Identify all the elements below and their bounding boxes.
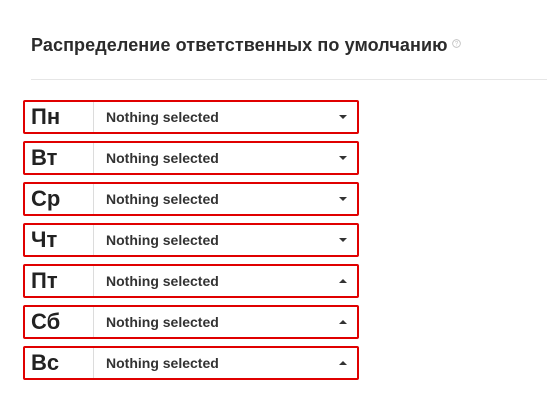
day-row-wed: Ср Nothing selected <box>23 182 359 216</box>
day-label: Чт <box>31 227 58 252</box>
svg-text:?: ? <box>454 41 458 48</box>
caret-down-icon <box>339 238 347 242</box>
select-value: Nothing selected <box>106 314 219 330</box>
day-row-sat: Сб Nothing selected <box>23 305 359 339</box>
section-header: Распределение ответственных по умолчанию… <box>31 33 461 57</box>
caret-down-icon <box>339 156 347 160</box>
caret-up-icon <box>339 361 347 365</box>
caret-up-icon <box>339 320 347 324</box>
day-label: Пт <box>31 268 58 293</box>
select-value: Nothing selected <box>106 273 219 289</box>
question-circle-icon[interactable]: ? <box>451 35 461 48</box>
select-value: Nothing selected <box>106 232 219 248</box>
assignee-select-fri[interactable]: Nothing selected <box>93 266 357 296</box>
assignee-select-sun[interactable]: Nothing selected <box>93 348 357 378</box>
assignee-select-wed[interactable]: Nothing selected <box>93 184 357 214</box>
caret-down-icon <box>339 197 347 201</box>
day-label: Сб <box>31 309 61 334</box>
weekday-assignee-list: Пн Nothing selected Вт Nothing selected … <box>23 100 359 387</box>
day-row-sun: Вс Nothing selected <box>23 346 359 380</box>
select-value: Nothing selected <box>106 150 219 166</box>
select-value: Nothing selected <box>106 109 219 125</box>
section-title: Распределение ответственных по умолчанию <box>31 35 448 55</box>
day-label: Вт <box>31 145 58 170</box>
day-row-fri: Пт Nothing selected <box>23 264 359 298</box>
caret-down-icon <box>339 115 347 119</box>
day-row-mon: Пн Nothing selected <box>23 100 359 134</box>
divider <box>31 79 547 80</box>
select-value: Nothing selected <box>106 191 219 207</box>
assignee-select-sat[interactable]: Nothing selected <box>93 307 357 337</box>
day-label: Пн <box>31 104 61 129</box>
assignee-select-tue[interactable]: Nothing selected <box>93 143 357 173</box>
day-label: Ср <box>31 186 61 211</box>
caret-up-icon <box>339 279 347 283</box>
assignee-select-thu[interactable]: Nothing selected <box>93 225 357 255</box>
default-assignees-panel: Распределение ответственных по умолчанию… <box>0 0 547 414</box>
day-row-tue: Вт Nothing selected <box>23 141 359 175</box>
select-value: Nothing selected <box>106 355 219 371</box>
day-label: Вс <box>31 350 60 375</box>
day-row-thu: Чт Nothing selected <box>23 223 359 257</box>
assignee-select-mon[interactable]: Nothing selected <box>93 102 357 132</box>
